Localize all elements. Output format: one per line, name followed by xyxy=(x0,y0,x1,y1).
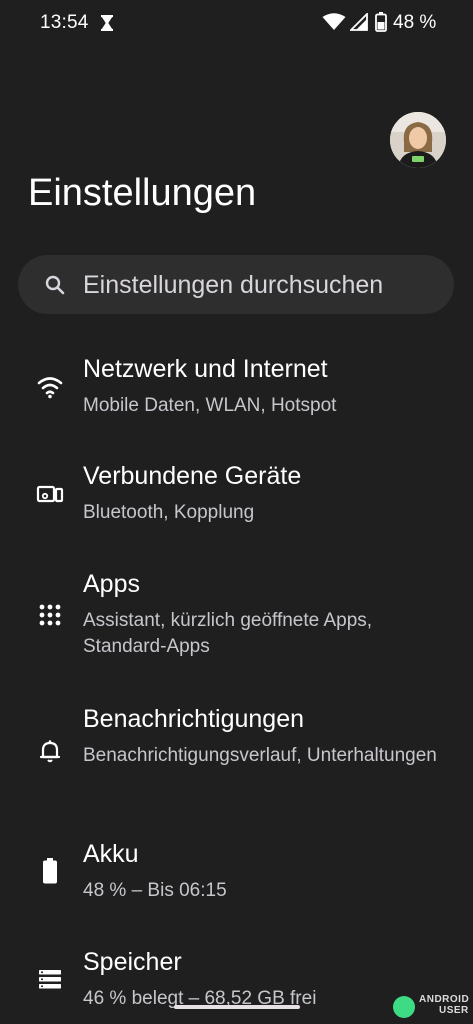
item-subtitle: Benachrichtigungsverlauf, Unterhaltungen xyxy=(83,745,437,766)
settings-item-battery[interactable]: Akku 48 % – Bis 06:15 xyxy=(0,840,473,910)
hourglass-icon xyxy=(101,15,113,31)
item-title: Apps xyxy=(83,570,140,598)
search-placeholder: Einstellungen durchsuchen xyxy=(83,271,384,299)
item-title: Netzwerk und Internet xyxy=(83,355,328,383)
watermark-logo: ANDROID USER xyxy=(393,992,471,1022)
wifi-icon xyxy=(37,377,63,399)
android-icon xyxy=(393,996,415,1018)
battery-icon xyxy=(43,858,57,884)
item-subtitle: Assistant, kürzlich geöffnete Apps, Stan… xyxy=(83,610,373,657)
item-subtitle: 48 % – Bis 06:15 xyxy=(83,880,227,901)
watermark-line2: USER xyxy=(439,1005,469,1016)
item-title: Verbundene Geräte xyxy=(83,462,302,490)
apps-grid-icon xyxy=(39,604,61,626)
settings-item-connected-devices[interactable]: Verbundene Geräte Bluetooth, Kopplung xyxy=(0,462,473,532)
home-indicator[interactable] xyxy=(174,1005,300,1009)
search-bar[interactable]: Einstellungen durchsuchen xyxy=(18,255,454,314)
search-icon xyxy=(45,275,65,295)
item-subtitle: Bluetooth, Kopplung xyxy=(83,502,255,523)
bell-icon xyxy=(39,740,61,763)
settings-item-notifications[interactable]: Benachrichtigungen Benachrichtigungsverl… xyxy=(0,705,473,800)
status-time: 13:54 xyxy=(40,12,89,33)
item-title: Speicher xyxy=(83,948,182,976)
status-bar: 13:54 48 % xyxy=(0,0,473,48)
storage-icon xyxy=(39,970,61,989)
settings-item-apps[interactable]: Apps Assistant, kürzlich geöffnete Apps,… xyxy=(0,570,473,665)
item-title: Akku xyxy=(83,840,139,868)
item-subtitle: Mobile Daten, WLAN, Hotspot xyxy=(83,395,337,416)
connected-devices-icon xyxy=(36,485,64,503)
signal-icon xyxy=(350,13,368,31)
battery-percent: 48 % xyxy=(393,12,437,33)
page-title: Einstellungen xyxy=(28,172,257,214)
watermark-line1: ANDROID xyxy=(419,994,470,1005)
item-title: Benachrichtigungen xyxy=(83,705,304,733)
battery-icon xyxy=(375,12,387,32)
avatar[interactable] xyxy=(390,112,446,168)
watermark-text: ANDROID USER xyxy=(419,994,469,1016)
avatar-image xyxy=(390,112,446,168)
wifi-icon xyxy=(322,13,346,30)
settings-item-network[interactable]: Netzwerk und Internet Mobile Daten, WLAN… xyxy=(0,355,473,425)
